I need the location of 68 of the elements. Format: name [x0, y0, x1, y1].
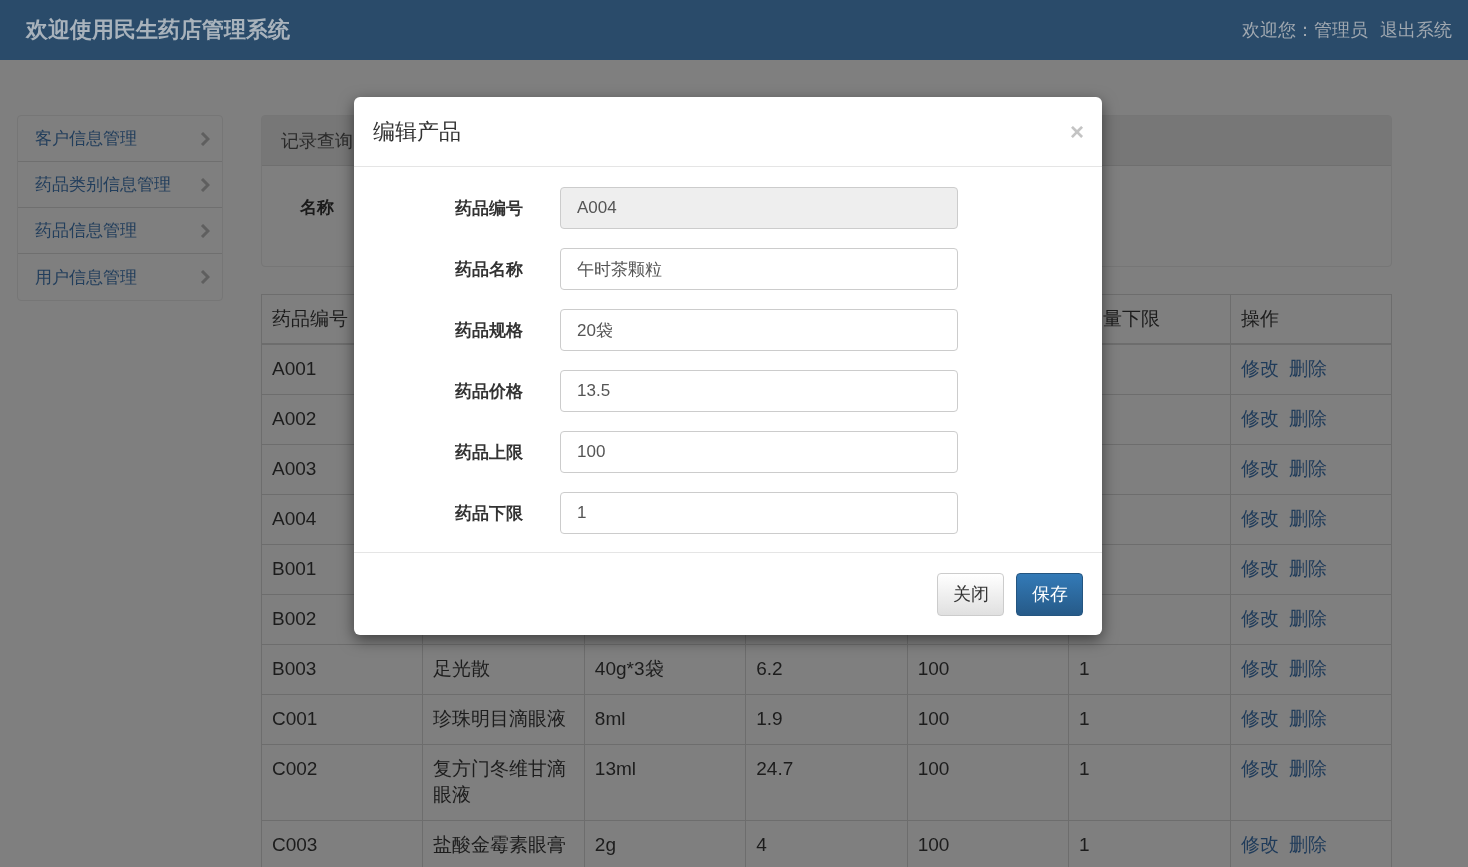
- field-label: 药品规格: [454, 319, 523, 342]
- delete-link[interactable]: 删除: [1288, 358, 1327, 379]
- input-field[interactable]: 100: [560, 431, 958, 473]
- panel-title: 记录查询: [281, 129, 353, 153]
- delete-link[interactable]: 删除: [1288, 658, 1327, 679]
- edit-link[interactable]: 修改: [1240, 558, 1279, 579]
- table-cell: 1: [1068, 694, 1231, 745]
- edit-link[interactable]: 修改: [1240, 458, 1279, 479]
- field-label: 名称: [300, 197, 334, 219]
- edit-link[interactable]: 修改: [1240, 658, 1279, 679]
- input-field[interactable]: 1: [560, 492, 958, 534]
- table-cell: 13ml: [584, 744, 746, 821]
- delete-link[interactable]: 删除: [1288, 608, 1327, 629]
- chevron-right-icon: [200, 270, 210, 284]
- table-cell: 足光散: [422, 644, 585, 695]
- table-cell: 24.7: [745, 744, 908, 821]
- delete-link[interactable]: 删除: [1288, 408, 1327, 429]
- sidebar-item[interactable]: 客户信息管理: [18, 116, 222, 162]
- column-header: 操作: [1230, 294, 1392, 344]
- input-field[interactable]: 午时茶颗粒: [560, 248, 958, 290]
- table-cell: 珍珠明目滴眼液: [422, 694, 585, 745]
- delete-link[interactable]: 删除: [1288, 558, 1327, 579]
- table-cell: 1.9: [745, 694, 908, 745]
- edit-link[interactable]: 修改: [1240, 358, 1279, 379]
- edit-link[interactable]: 修改: [1240, 408, 1279, 429]
- app-title: 欢迎使用民生药店管理系统: [26, 16, 290, 44]
- save-button[interactable]: 保存: [1016, 572, 1083, 616]
- field-label: 药品价格: [454, 380, 523, 403]
- table-cell: 复方门冬维甘滴眼液: [422, 744, 585, 821]
- edit-link[interactable]: 修改: [1240, 608, 1279, 629]
- logout-link[interactable]: 退出系统: [1380, 18, 1452, 42]
- chevron-right-icon: [200, 223, 210, 238]
- close-button[interactable]: ×: [1070, 117, 1084, 146]
- table-cell: 100: [907, 744, 1069, 821]
- delete-link[interactable]: 删除: [1288, 708, 1327, 729]
- close-button[interactable]: 关闭: [937, 572, 1004, 616]
- welcome-text: 欢迎您：管理员: [1242, 19, 1368, 42]
- table-cell: C003: [261, 820, 423, 867]
- delete-link[interactable]: 删除: [1288, 758, 1327, 779]
- field-label: 药品上限: [454, 441, 523, 464]
- sidebar-item[interactable]: 用户信息管理: [18, 254, 222, 300]
- delete-link[interactable]: 删除: [1288, 834, 1327, 855]
- delete-link[interactable]: 删除: [1288, 508, 1327, 529]
- table-cell: 1: [1068, 744, 1231, 821]
- table-cell: C001: [261, 694, 423, 745]
- table-cell: B003: [261, 644, 423, 695]
- table-cell: 8ml: [584, 694, 746, 745]
- table-cell: 40g*3袋: [584, 644, 746, 695]
- edit-link[interactable]: 修改: [1240, 758, 1279, 779]
- delete-link[interactable]: 删除: [1288, 458, 1327, 479]
- input-field[interactable]: 20袋: [560, 309, 958, 351]
- edit-link[interactable]: 修改: [1240, 508, 1279, 529]
- table-cell: 6.2: [745, 644, 908, 695]
- sidebar-item[interactable]: 药品类别信息管理: [18, 162, 222, 208]
- edit-link[interactable]: 修改: [1240, 708, 1279, 729]
- input-field[interactable]: 13.5: [560, 370, 958, 412]
- chevron-right-icon: [200, 131, 210, 146]
- table-cell: C002: [261, 744, 423, 821]
- chevron-right-icon: [200, 177, 210, 192]
- dialog-title: 编辑产品: [373, 117, 461, 146]
- edit-link[interactable]: 修改: [1240, 834, 1279, 855]
- field-label: 药品名称: [454, 258, 523, 281]
- table-cell: 100: [907, 644, 1069, 695]
- table-cell: 1: [1068, 644, 1231, 695]
- table-cell: 100: [907, 694, 1069, 745]
- sidebar-item[interactable]: 药品信息管理: [18, 208, 222, 254]
- field-label: 药品下限: [454, 502, 523, 525]
- field-label: 药品编号: [454, 197, 523, 220]
